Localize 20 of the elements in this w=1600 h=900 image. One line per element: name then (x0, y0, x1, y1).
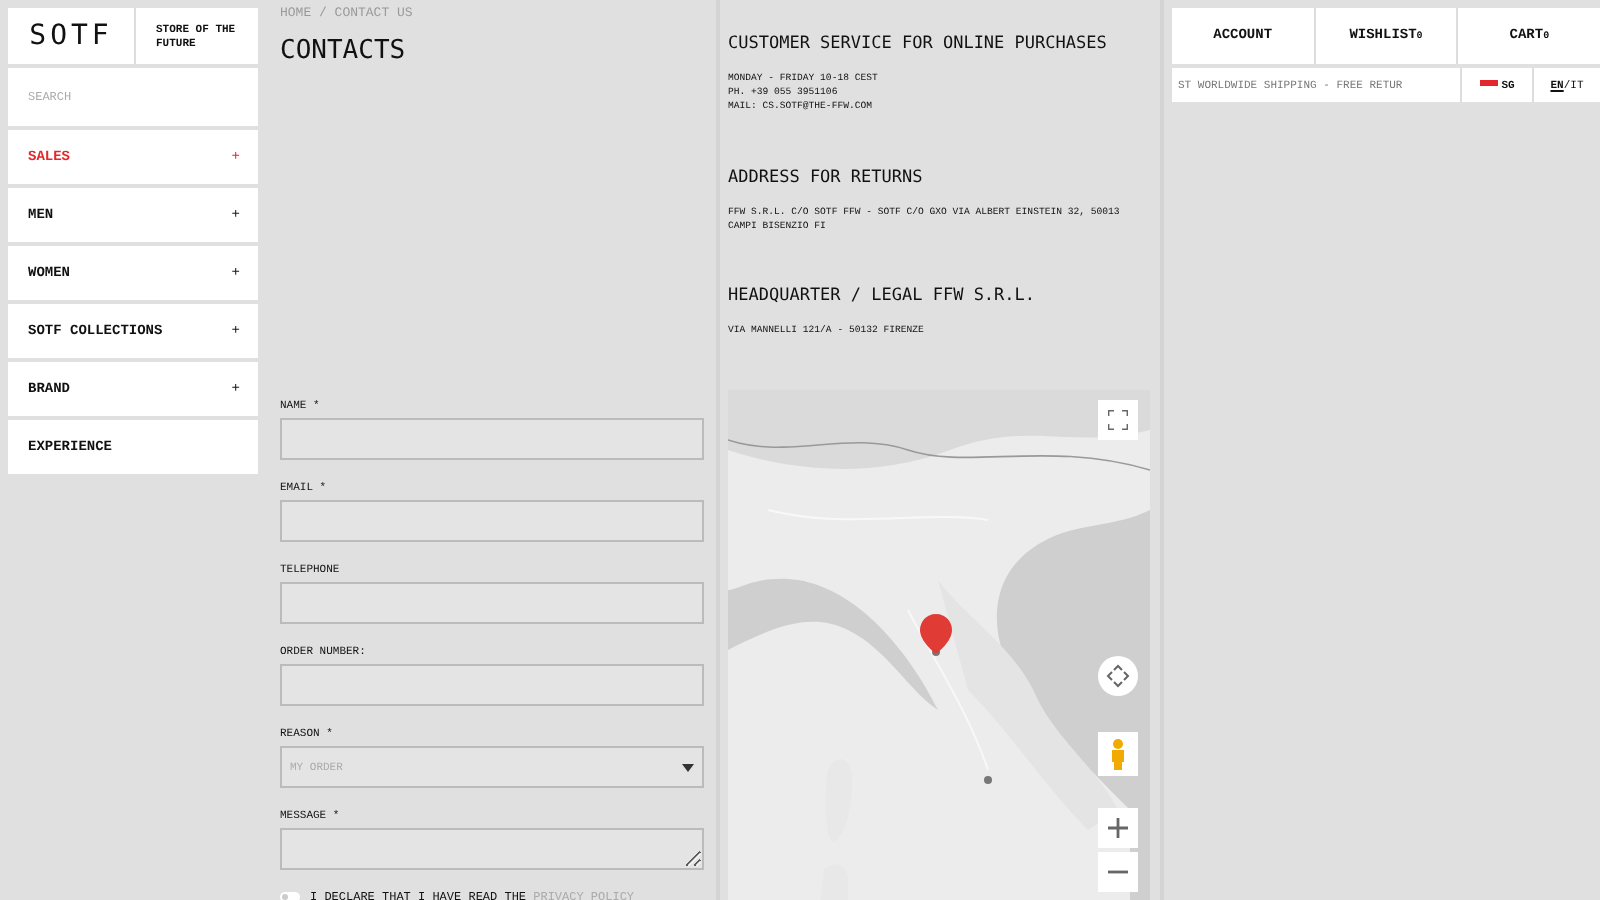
street-view-button[interactable] (1098, 732, 1138, 777)
section-heading: HEADQUARTER / LEGAL FFW S.R.L. (728, 285, 1038, 306)
caret-icon (682, 763, 694, 771)
input-field[interactable] (280, 500, 704, 542)
page-title: CONTACTS (280, 36, 408, 66)
section-heading: CUSTOMER SERVICE FOR ONLINE PURCHASES (728, 34, 1109, 54)
fullscreen-icon (1108, 410, 1128, 431)
pan-icon (1106, 664, 1130, 689)
flag-icon (1479, 79, 1498, 91)
logo[interactable]: SOTF (8, 8, 136, 64)
zoom-in-button[interactable] (1098, 808, 1138, 849)
person-icon (1110, 738, 1126, 771)
input-field[interactable] (280, 664, 704, 706)
fullscreen-button[interactable] (1098, 400, 1138, 441)
zoom-out-button[interactable] (1098, 852, 1138, 893)
input-field[interactable] (280, 418, 704, 460)
input-field[interactable] (280, 582, 704, 624)
message-field[interactable] (280, 828, 704, 870)
section-heading: ADDRESS FOR RETURNS (728, 167, 925, 188)
plus-icon (1108, 818, 1128, 839)
